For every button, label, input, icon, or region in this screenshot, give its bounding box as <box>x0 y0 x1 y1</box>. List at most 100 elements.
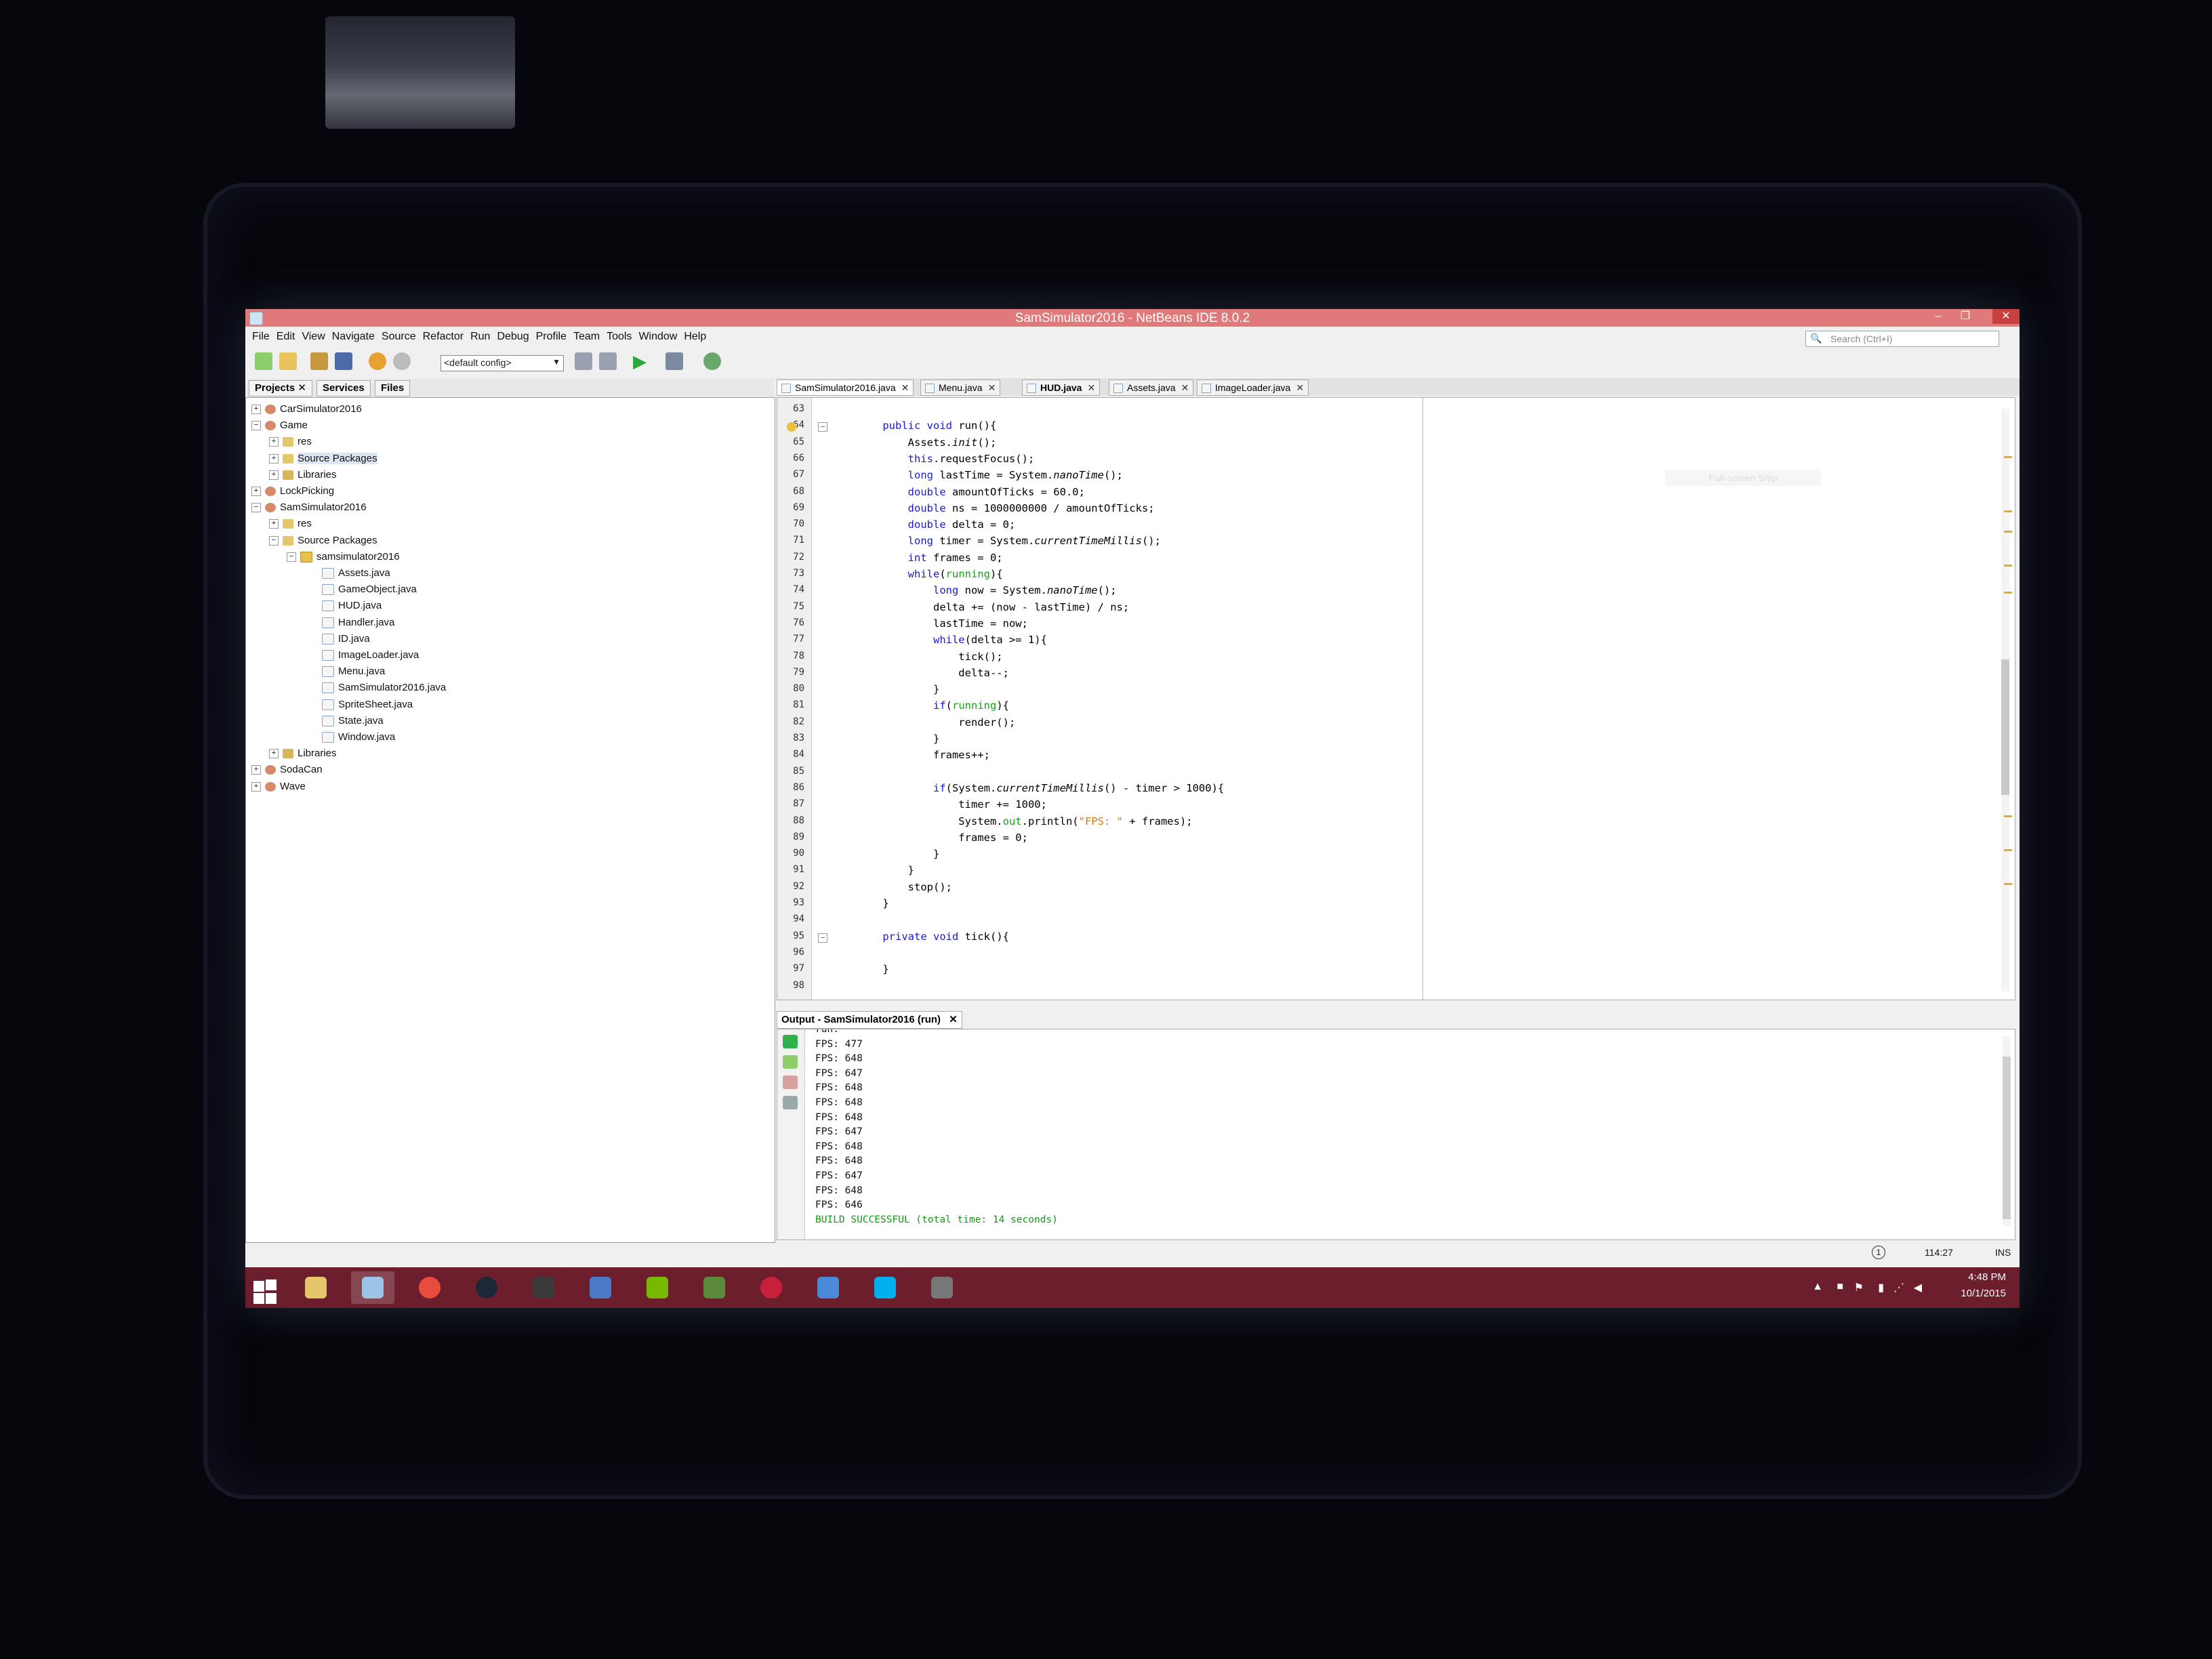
close-button[interactable]: ✕ <box>1992 309 2020 324</box>
save-all-icon[interactable] <box>335 352 352 370</box>
menu-item-view[interactable]: View <box>302 331 325 343</box>
new-project-icon[interactable] <box>279 352 297 370</box>
tree-item[interactable]: GameObject.java <box>322 582 417 597</box>
close-icon[interactable]: ✕ <box>1087 382 1095 393</box>
settings-icon[interactable] <box>783 1096 798 1109</box>
tree-item[interactable]: − Source Packages <box>269 533 377 548</box>
close-icon[interactable]: ✕ <box>295 382 306 394</box>
tree-item[interactable]: + Source Packages <box>269 451 377 466</box>
chevron-up-icon[interactable]: ▲ <box>1812 1281 1823 1293</box>
tree-item[interactable]: SamSimulator2016.java <box>322 680 446 695</box>
tree-item[interactable]: + CarSimulator2016 <box>251 402 362 417</box>
tab-services[interactable]: Services <box>316 380 371 396</box>
scrollbar-thumb[interactable] <box>2001 659 2009 795</box>
editor-scrollbar[interactable] <box>2001 409 2012 991</box>
tree-item[interactable]: + Wave <box>251 779 306 794</box>
close-icon[interactable]: ✕ <box>901 382 909 393</box>
menu-item-navigate[interactable]: Navigate <box>332 331 375 343</box>
battery-icon[interactable]: ▮ <box>1878 1281 1884 1294</box>
expand-icon[interactable]: + <box>269 437 279 447</box>
tree-item[interactable]: SpriteSheet.java <box>322 697 413 712</box>
error-stripe-mark[interactable] <box>2004 510 2012 512</box>
run-icon[interactable]: ▶ <box>633 352 651 370</box>
error-stripe-mark[interactable] <box>2004 883 2012 885</box>
output-tab[interactable]: Output - SamSimulator2016 (run) ✕ <box>777 1011 962 1029</box>
tree-item[interactable]: Window.java <box>322 730 395 745</box>
menu-item-debug[interactable]: Debug <box>497 331 529 343</box>
debug-icon[interactable] <box>665 352 683 370</box>
code-editor[interactable]: 63 64− public void run(){65 Assets.init()… <box>777 397 2015 1000</box>
error-stripe-mark[interactable] <box>2004 531 2012 533</box>
taskbar-minecraft[interactable] <box>693 1271 736 1304</box>
taskbar-game-app[interactable] <box>522 1271 565 1304</box>
taskbar-netbeans[interactable] <box>351 1271 394 1304</box>
taskbar-paint[interactable] <box>806 1271 850 1304</box>
scrollbar-thumb[interactable] <box>2003 1057 2011 1219</box>
tree-item[interactable]: − Game <box>251 418 308 433</box>
error-stripe-mark[interactable] <box>2004 849 2012 851</box>
volume-icon[interactable]: ◀ <box>1914 1281 1922 1294</box>
collapse-icon[interactable]: − <box>251 421 261 431</box>
output-scrollbar[interactable] <box>2003 1036 2011 1226</box>
tree-item[interactable]: + Libraries <box>269 746 337 761</box>
tree-item[interactable]: + SodaCan <box>251 762 323 777</box>
tree-item[interactable]: + res <box>269 434 312 449</box>
taskbar-media-player[interactable] <box>579 1271 622 1304</box>
rerun-with-params-icon[interactable] <box>783 1055 798 1069</box>
collapse-icon[interactable]: − <box>287 552 296 562</box>
taskbar-steam[interactable] <box>465 1271 508 1304</box>
taskbar-app-101[interactable] <box>750 1271 793 1304</box>
close-icon[interactable]: ✕ <box>988 382 996 393</box>
notification-icon[interactable]: 1 <box>1872 1246 1885 1259</box>
tree-item[interactable]: ImageLoader.java <box>322 648 419 663</box>
minimize-button[interactable]: – <box>1925 309 1952 324</box>
windows-flag-icon[interactable]: ■ <box>1837 1281 1843 1293</box>
search-input[interactable]: 🔍 Search (Ctrl+I) <box>1805 331 1999 347</box>
clock-date[interactable]: 10/1/2015 <box>1925 1288 2006 1299</box>
taskbar-file-explorer[interactable] <box>294 1271 337 1304</box>
build-icon[interactable] <box>575 352 592 370</box>
tree-item[interactable]: Menu.java <box>322 664 385 679</box>
taskbar-skype[interactable] <box>863 1271 907 1304</box>
fold-icon[interactable]: − <box>818 422 827 432</box>
expand-icon[interactable]: + <box>251 781 261 792</box>
expand-icon[interactable]: + <box>251 487 261 497</box>
tree-item[interactable]: Handler.java <box>322 615 394 630</box>
tab-files[interactable]: Files <box>375 380 411 396</box>
expand-icon[interactable]: + <box>251 405 261 415</box>
expand-icon[interactable]: + <box>269 519 279 529</box>
expand-icon[interactable]: + <box>269 749 279 759</box>
error-stripe-mark[interactable] <box>2004 456 2012 458</box>
editor-tab[interactable]: ImageLoader.java ✕ <box>1197 380 1309 396</box>
new-file-icon[interactable] <box>255 352 272 370</box>
config-select[interactable]: <default config> ▼ <box>441 355 564 371</box>
clean-build-icon[interactable] <box>599 352 617 370</box>
tree-item[interactable]: ID.java <box>322 632 370 647</box>
tree-item[interactable]: + Libraries <box>269 468 337 483</box>
editor-tab[interactable]: HUD.java ✕ <box>1022 380 1101 396</box>
menu-item-edit[interactable]: Edit <box>276 331 295 343</box>
clock-time[interactable]: 4:48 PM <box>1925 1271 2006 1283</box>
stop-icon[interactable] <box>783 1076 798 1089</box>
menu-item-tools[interactable]: Tools <box>607 331 632 343</box>
start-button[interactable] <box>245 1271 289 1304</box>
tree-item[interactable]: + LockPicking <box>251 484 334 499</box>
editor-tab[interactable]: Assets.java ✕ <box>1109 380 1194 396</box>
close-icon[interactable]: ✕ <box>1181 382 1189 393</box>
taskbar-chrome[interactable] <box>408 1271 451 1304</box>
editor-tab[interactable]: Menu.java ✕ <box>920 380 1001 396</box>
undo-icon[interactable] <box>369 352 386 370</box>
fold-icon[interactable]: − <box>818 933 827 943</box>
taskbar-nvidia[interactable] <box>636 1271 679 1304</box>
error-stripe-mark[interactable] <box>2004 592 2012 594</box>
tab-projects[interactable]: Projects ✕ <box>249 380 312 396</box>
taskbar-camera[interactable] <box>920 1271 964 1304</box>
tree-item[interactable]: State.java <box>322 714 384 729</box>
editor-tab[interactable]: SamSimulator2016.java ✕ <box>777 380 914 396</box>
expand-icon[interactable]: + <box>269 453 279 464</box>
menu-item-window[interactable]: Window <box>638 331 677 343</box>
expand-icon[interactable]: + <box>269 470 279 480</box>
action-center-icon[interactable]: ⚑ <box>1854 1281 1864 1294</box>
close-icon[interactable]: ✕ <box>949 1014 958 1025</box>
menu-item-refactor[interactable]: Refactor <box>423 331 464 343</box>
